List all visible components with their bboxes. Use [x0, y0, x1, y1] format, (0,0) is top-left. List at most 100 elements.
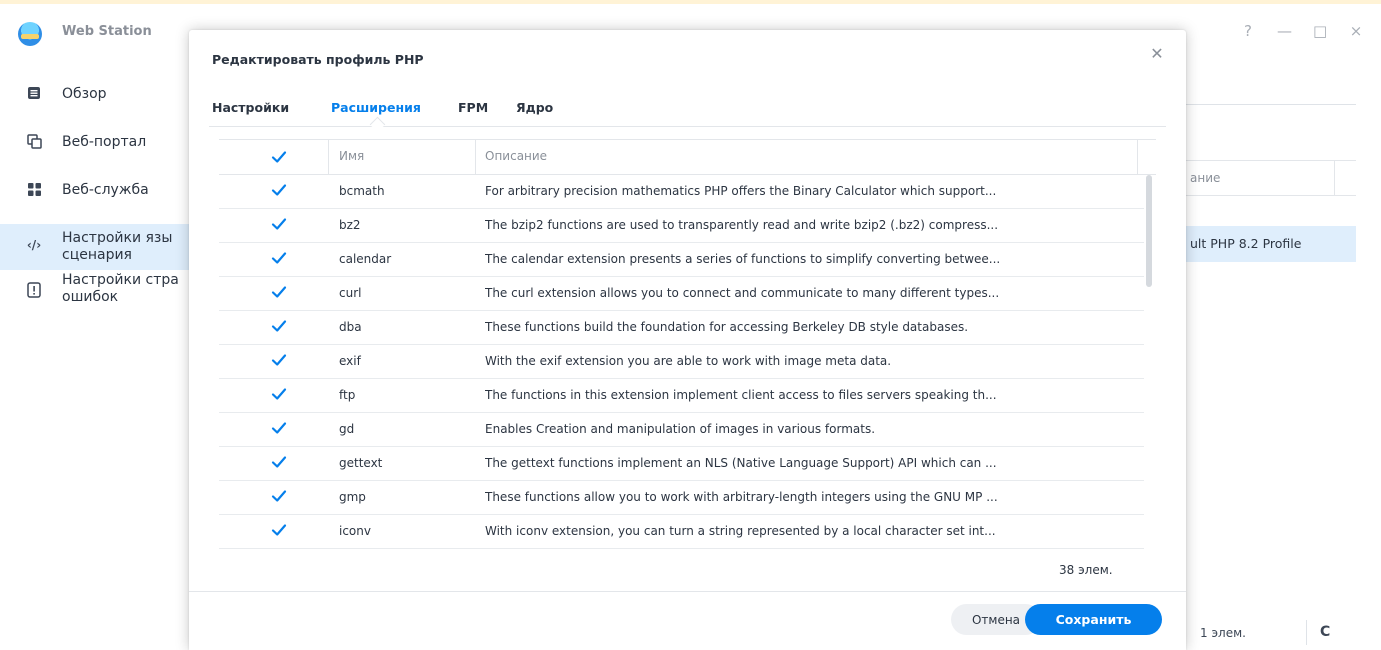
save-button[interactable]: Сохранить — [1025, 604, 1162, 635]
extension-checkbox[interactable] — [271, 386, 287, 405]
extension-description: The bzip2 functions are used to transpar… — [485, 218, 999, 232]
script-icon: ‹/› — [26, 238, 42, 252]
service-icon — [26, 182, 42, 198]
extension-checkbox[interactable] — [271, 318, 287, 337]
extension-name: dba — [339, 320, 362, 334]
checkmark-icon — [271, 320, 287, 332]
sidebar: Обзор Веб-портал Веб-служба ‹/› Настройк… — [0, 80, 200, 320]
refresh-icon[interactable]: C — [1320, 624, 1330, 640]
background-table-row[interactable]: ult PHP 8.2 Profile — [1186, 226, 1356, 262]
checkmark-icon — [271, 422, 287, 434]
checkmark-icon — [271, 184, 287, 196]
extension-name: calendar — [339, 252, 392, 266]
extension-description: With the exif extension you are able to … — [485, 354, 892, 368]
extensions-table: Имя Описание bcmath For arbitrary precisi… — [219, 139, 1156, 557]
column-header-description[interactable]: Описание — [485, 149, 547, 163]
select-all-checkbox[interactable] — [271, 149, 287, 168]
extension-name: gettext — [339, 456, 383, 470]
column-header-name[interactable]: Имя — [339, 149, 364, 163]
table-row[interactable]: exif With the exif extension you are able… — [219, 345, 1144, 379]
table-row[interactable]: gmp These functions allow you to work wit… — [219, 481, 1144, 515]
extension-description: Enables Creation and manipulation of ima… — [485, 422, 876, 436]
error-page-icon — [26, 282, 42, 298]
extension-checkbox[interactable] — [271, 454, 287, 473]
background-divider — [1186, 104, 1356, 105]
extension-name: iconv — [339, 524, 371, 538]
sidebar-item-error-pages[interactable]: Настройки стра ошибок — [0, 272, 200, 320]
tab-extensions[interactable]: Расширения — [331, 100, 421, 115]
dialog-title: Редактировать профиль PHP — [212, 52, 424, 67]
sidebar-item-label: Настройки язы сценария — [62, 230, 173, 263]
extension-name: gd — [339, 422, 355, 436]
extension-checkbox[interactable] — [271, 420, 287, 439]
checkmark-icon — [271, 286, 287, 298]
extension-checkbox[interactable] — [271, 250, 287, 269]
table-header: Имя Описание — [219, 140, 1156, 175]
dialog-tabs: Настройки Расширения FPM Ядро — [209, 90, 1166, 133]
checkmark-icon — [271, 151, 287, 163]
checkmark-icon — [271, 354, 287, 366]
table-row[interactable]: iconv With iconv extension, you can turn … — [219, 515, 1144, 549]
table-row[interactable]: curl The curl extension allows you to con… — [219, 277, 1144, 311]
sidebar-item-script-language[interactable]: ‹/› Настройки язы сценария — [0, 224, 200, 270]
table-scrollbar[interactable] — [1146, 175, 1152, 287]
help-icon[interactable]: ? — [1241, 22, 1255, 40]
sidebar-item-label: Настройки стра ошибок — [62, 272, 179, 305]
table-row[interactable]: bz2 The bzip2 functions are used to trans… — [219, 209, 1144, 243]
sidebar-item-label: Веб-портал — [62, 134, 147, 150]
edit-php-profile-dialog: Редактировать профиль PHP ✕ Настройки Ра… — [189, 30, 1186, 650]
extension-name: exif — [339, 354, 361, 368]
extension-description: These functions build the foundation for… — [485, 320, 969, 334]
extension-name: gmp — [339, 490, 366, 504]
minimize-icon[interactable]: — — [1277, 22, 1292, 40]
overview-icon — [26, 86, 42, 102]
checkmark-icon — [271, 252, 287, 264]
extension-description: These functions allow you to work with a… — [485, 490, 998, 504]
table-body: bcmath For arbitrary precision mathematic… — [219, 175, 1144, 549]
sidebar-item-label: Веб-служба — [62, 182, 149, 198]
sidebar-item-web-portal[interactable]: Веб-портал — [0, 128, 200, 176]
checkmark-icon — [271, 218, 287, 230]
extension-description: For arbitrary precision mathematics PHP … — [485, 184, 997, 198]
dialog-close-icon[interactable]: ✕ — [1147, 44, 1167, 64]
extension-description: The calendar extension presents a series… — [485, 252, 1001, 266]
table-row[interactable]: gd Enables Creation and manipulation of i… — [219, 413, 1144, 447]
checkmark-icon — [271, 490, 287, 502]
checkmark-icon — [271, 456, 287, 468]
portal-icon — [26, 134, 42, 150]
extension-checkbox[interactable] — [271, 522, 287, 541]
extension-checkbox[interactable] — [271, 216, 287, 235]
extension-description: With iconv extension, you can turn a str… — [485, 524, 996, 538]
extension-description: The curl extension allows you to connect… — [485, 286, 1000, 300]
window-controls: ? — □ × — [1241, 22, 1363, 40]
extension-checkbox[interactable] — [271, 284, 287, 303]
tab-settings[interactable]: Настройки — [212, 100, 289, 115]
sidebar-item-overview[interactable]: Обзор — [0, 80, 200, 128]
active-tab-indicator — [369, 116, 386, 133]
table-row[interactable]: ftp The functions in this extension imple… — [219, 379, 1144, 413]
extension-name: ftp — [339, 388, 356, 402]
app-title: Web Station — [62, 24, 152, 39]
extension-description: The functions in this extension implemen… — [485, 388, 997, 402]
extension-name: curl — [339, 286, 362, 300]
checkmark-icon — [271, 388, 287, 400]
item-count: 38 элем. — [1059, 563, 1113, 577]
close-icon[interactable]: × — [1349, 22, 1363, 40]
maximize-icon[interactable]: □ — [1313, 22, 1327, 40]
checkmark-icon — [271, 524, 287, 536]
table-row[interactable]: dba These functions build the foundation … — [219, 311, 1144, 345]
sidebar-item-label: Обзор — [62, 86, 107, 102]
sidebar-item-web-service[interactable]: Веб-служба — [0, 176, 200, 224]
table-row[interactable]: calendar The calendar extension presents … — [219, 243, 1144, 277]
tab-fpm[interactable]: FPM — [458, 100, 488, 115]
footer-divider — [189, 591, 1186, 592]
tab-core[interactable]: Ядро — [516, 100, 553, 115]
table-row[interactable]: gettext The gettext functions implement a… — [219, 447, 1144, 481]
web-station-logo-icon — [18, 22, 42, 46]
extension-checkbox[interactable] — [271, 182, 287, 201]
table-row[interactable]: bcmath For arbitrary precision mathematic… — [219, 175, 1144, 209]
extension-name: bcmath — [339, 184, 385, 198]
extension-checkbox[interactable] — [271, 488, 287, 507]
background-item-count: 1 элем. — [1200, 626, 1246, 640]
extension-checkbox[interactable] — [271, 352, 287, 371]
